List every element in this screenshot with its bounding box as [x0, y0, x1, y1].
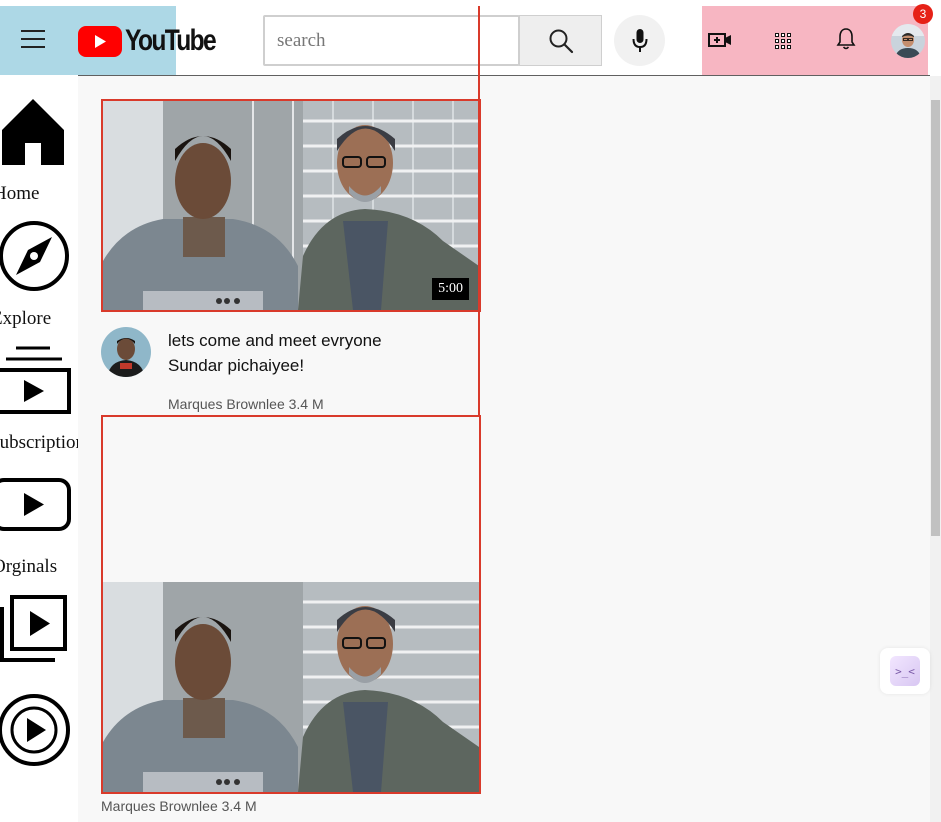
- video-card[interactable]: [101, 415, 481, 794]
- menu-icon[interactable]: [21, 30, 45, 48]
- assistant-face-icon: >_<: [890, 656, 920, 686]
- sidebar-item-explore[interactable]: [0, 220, 71, 292]
- notification-count-badge: 3: [913, 4, 933, 24]
- sidebar-item-home[interactable]: [0, 97, 66, 167]
- video-channel-meta[interactable]: Marques Brownlee 3.4 M: [168, 396, 324, 412]
- youtube-logo[interactable]: YouTube: [78, 24, 235, 57]
- logo-text: YouTube: [125, 24, 217, 57]
- video-duration-badge: 5:00: [432, 278, 469, 300]
- video-thumbnail[interactable]: 5:00: [101, 99, 481, 312]
- sidebar-item-originals[interactable]: [0, 478, 72, 532]
- home-icon: [2, 99, 64, 165]
- play-circle-icon: [0, 694, 70, 766]
- search-icon: [549, 29, 573, 53]
- video-title[interactable]: lets come and meet evryone Sundar pichai…: [168, 328, 468, 378]
- sidebar-item-subscriptions[interactable]: [0, 346, 72, 414]
- search-button[interactable]: [519, 15, 602, 66]
- sidebar-label-subscription[interactable]: Subscription: [0, 432, 85, 454]
- subscriptions-icon: [0, 346, 71, 414]
- user-avatar[interactable]: [891, 24, 925, 58]
- apps-button[interactable]: [772, 30, 794, 52]
- thumbnail-image: [103, 582, 479, 792]
- video-channel-meta[interactable]: Marques Brownlee 3.4 M: [101, 798, 257, 814]
- sidebar-item-library[interactable]: [0, 595, 68, 663]
- floating-assistant-button[interactable]: >_<: [880, 648, 930, 694]
- create-video-button[interactable]: [707, 29, 733, 51]
- microphone-icon: [632, 28, 647, 52]
- compass-icon: [0, 221, 69, 291]
- bell-icon: [836, 28, 856, 50]
- video-camera-plus-icon: [708, 33, 731, 47]
- apps-grid-icon: [775, 33, 791, 49]
- sidebar-item-play[interactable]: [0, 693, 71, 767]
- sidebar-label-home[interactable]: Home: [0, 183, 39, 205]
- video-title-line-2: Sundar pichaiyee!: [168, 356, 305, 375]
- library-icon: [0, 595, 67, 662]
- menu-bar: [21, 46, 45, 48]
- notifications-button[interactable]: [835, 26, 857, 52]
- thumbnail-image: [103, 101, 479, 310]
- sidebar-label-explore[interactable]: Explore: [0, 308, 51, 330]
- sidebar-label-originals[interactable]: Orginals: [0, 556, 57, 578]
- voice-search-button[interactable]: [614, 15, 665, 66]
- channel-avatar[interactable]: [101, 327, 151, 377]
- originals-icon: [0, 478, 71, 531]
- menu-bar: [21, 38, 45, 40]
- video-title-line-1: lets come and meet evryone: [168, 331, 382, 350]
- search-input[interactable]: [263, 15, 520, 66]
- video-thumbnail[interactable]: [103, 582, 479, 792]
- scrollbar-thumb[interactable]: [931, 100, 940, 536]
- layout-guide-line: [478, 6, 480, 415]
- menu-bar: [21, 30, 45, 32]
- youtube-play-logo-icon: [78, 25, 122, 57]
